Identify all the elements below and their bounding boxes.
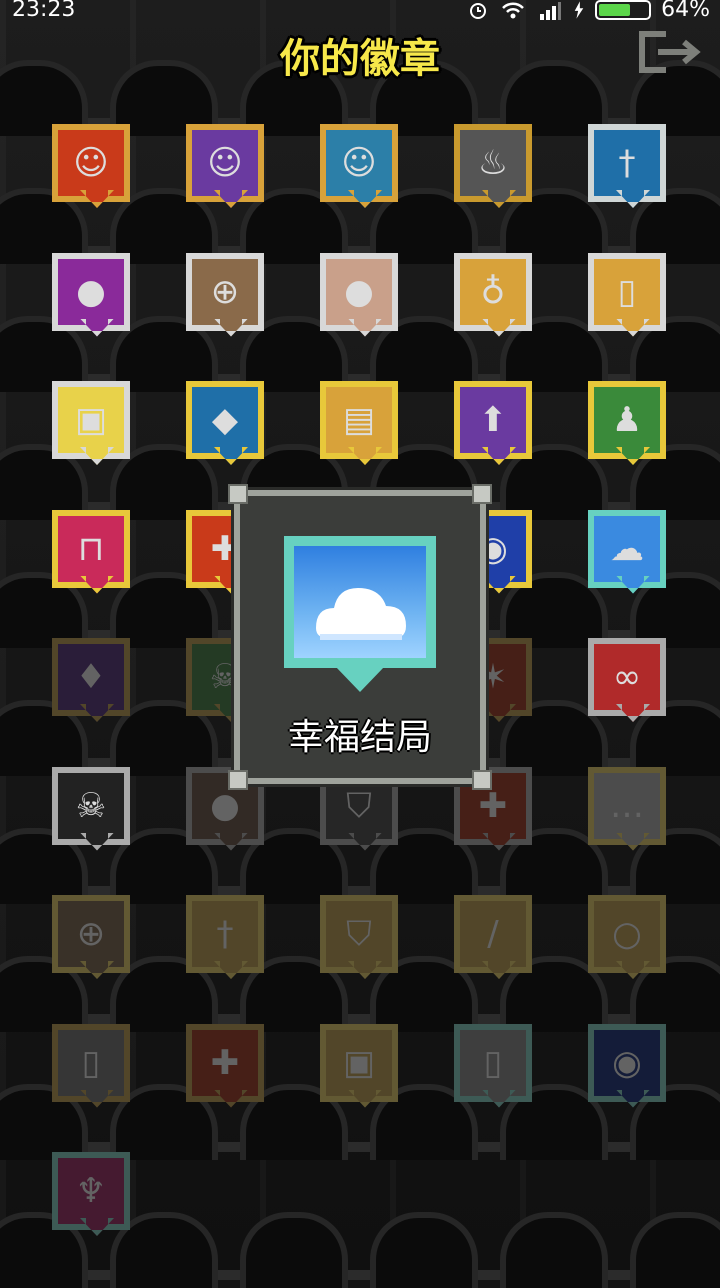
seed-icon: ⊕ [210,271,240,312]
fire-icon: ♨ [477,143,509,183]
health-cross-icon: ✚ [210,1042,240,1083]
scroll-icon: ▯ [81,1042,101,1083]
badge-slot[interactable]: ▤ [320,381,398,459]
charging-icon [574,0,584,19]
badge-slot[interactable]: ▯ [588,252,666,331]
battery-percent: 64% [661,0,710,22]
pot-icon: ● [344,271,374,312]
badge-slot[interactable]: ⊕ [52,895,130,973]
background-arch [240,1212,348,1288]
mage-hero-icon: ☺ [207,143,243,183]
skull-white-icon: ☠ [75,785,107,826]
level-up-arrow-icon: ⬆ [478,400,508,440]
seed-icon: ⊕ [76,914,106,954]
background-arch [370,1212,478,1288]
exit-button[interactable] [636,30,704,74]
status-icons: 64% [467,0,710,22]
popup-corner [228,770,248,790]
badge-slot[interactable]: ▯ [52,1023,130,1102]
badge-slot[interactable]: ☠ [52,766,130,845]
popup-badge-name: 幸福结局 [287,717,432,758]
badge-slot[interactable]: ♆ [52,1152,130,1230]
badge-slot[interactable]: … [588,766,666,845]
potion-icon: ♦ [75,657,107,697]
battery-fill [599,3,630,16]
badge-slot[interactable]: ☺ [52,124,130,202]
battery-indicator [595,0,652,20]
wand-icon: / [487,914,499,954]
lock-icon: ⊓ [77,528,105,569]
wifi-icon [502,2,524,18]
tablet-icon: ▯ [483,1042,503,1083]
badge-slot[interactable]: † [588,124,666,202]
badge-slot[interactable]: † [186,895,264,973]
chest-icon: ▣ [342,1042,376,1083]
badge-slot[interactable]: ♁ [454,252,532,331]
sunglasses-icon: ∞ [612,657,642,697]
cloud-icon [316,588,406,640]
badge-detail-popup[interactable]: 幸福结局 [228,484,492,790]
chest-icon: ▣ [74,400,108,440]
popup-corner [472,484,492,504]
alarm-icon [470,2,487,19]
badge-slot[interactable]: ♨ [454,124,532,202]
badge-slot[interactable]: ◉ [588,1023,666,1102]
potion-flask-icon: ♁ [480,271,506,312]
badge-slot[interactable]: ▣ [320,1023,398,1102]
badge-slot[interactable]: ∞ [588,638,666,716]
trophy-icon: ♆ [75,1171,107,1211]
background-arch [500,1212,608,1288]
huntress-hero-icon: ☺ [341,143,377,183]
dots-icon: … [610,785,644,826]
pawn-icon: ♟ [611,400,643,440]
badge-slot[interactable]: ⬆ [454,381,532,459]
status-bar: 23:23 64% [0,0,720,24]
popup-badge-tip [335,666,385,692]
badge-slot[interactable]: ✚ [186,1023,264,1102]
badge-slot[interactable]: ⊓ [52,509,130,588]
fish-icon: ◆ [211,400,239,440]
armor-icon: ⛉ [346,914,372,954]
bag-icon: ▤ [342,400,376,440]
badge-slot[interactable]: ☁ [588,509,666,588]
cloud-icon: ☁ [610,528,644,569]
badge-slot[interactable]: / [454,895,532,973]
popup-badge-image [284,536,436,668]
screen-title: 你的徽章 [280,36,440,82]
badge-slot[interactable]: ◆ [186,381,264,459]
popup-corner [228,484,248,504]
status-time: 23:23 [12,0,76,22]
badge-slot[interactable]: ● [320,252,398,331]
badge-slot[interactable]: ⊕ [186,252,264,331]
sword-icon: † [216,914,234,954]
popup-corner [472,770,492,790]
badge-slot[interactable]: ♦ [52,638,130,716]
gold-coin-icon: ● [76,271,106,312]
badge-slot[interactable]: ⛉ [320,895,398,973]
badge-slot[interactable]: ☺ [320,124,398,202]
signal-icon [540,1,562,20]
badge-slot[interactable]: ○ [588,895,666,973]
ring-icon: ○ [612,914,642,954]
badge-slot[interactable]: ☺ [186,124,264,202]
scroll-icon: ▯ [617,271,637,312]
white-haired-hero-icon: ☺ [73,143,109,183]
badge-slot[interactable]: ♟ [588,381,666,459]
badge-slot[interactable]: ▣ [52,381,130,459]
badge-slot[interactable]: ● [52,252,130,331]
badge-slot[interactable]: ▯ [454,1023,532,1102]
orb-icon: ◉ [612,1042,642,1083]
sword-icon: † [618,143,636,183]
